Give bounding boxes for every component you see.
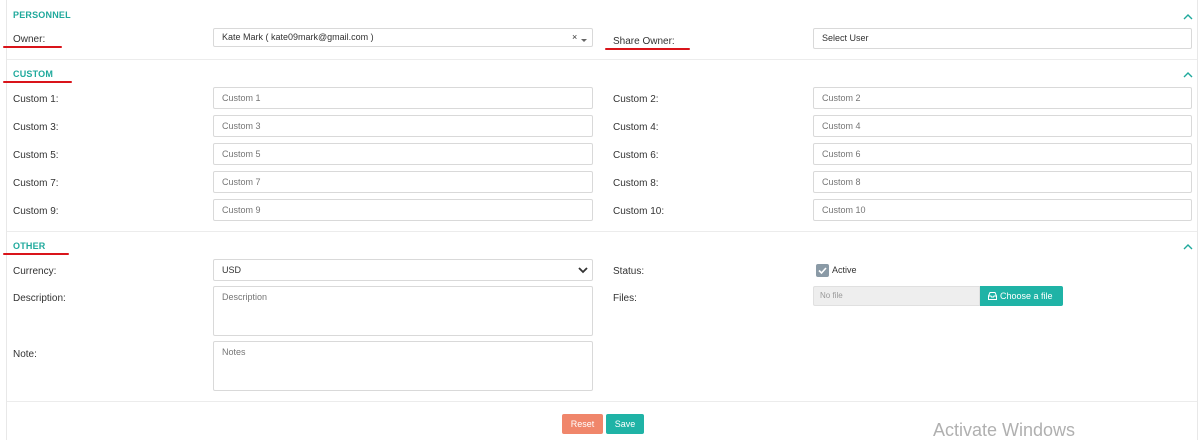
custom-10-label: Custom 10: <box>613 206 665 217</box>
currency-select[interactable]: USD <box>213 259 593 281</box>
custom-1-label: Custom 1: <box>13 94 59 105</box>
custom-6-input[interactable] <box>813 143 1192 165</box>
inbox-icon <box>988 287 997 307</box>
section-divider <box>7 59 1197 60</box>
share-owner-placeholder: Select User <box>822 33 869 43</box>
reset-button[interactable]: Reset <box>562 414 603 434</box>
section-title-custom: CUSTOM <box>13 69 54 79</box>
owner-select[interactable]: Kate Mark ( kate09mark@gmail.com ) <box>213 28 593 47</box>
activate-windows-watermark: Activate Windows <box>933 420 1076 440</box>
status-label: Status: <box>613 266 645 277</box>
annotation-underline <box>3 81 72 83</box>
status-checkbox[interactable] <box>816 264 829 277</box>
save-button[interactable]: Save <box>606 414 644 434</box>
caret-down-icon[interactable] <box>581 35 587 46</box>
owner-label: Owner: <box>13 34 46 45</box>
custom-8-input[interactable] <box>813 171 1192 193</box>
custom-7-label: Custom 7: <box>13 178 59 189</box>
clear-icon[interactable]: × <box>572 32 577 42</box>
status-value: Active <box>832 265 857 275</box>
annotation-underline <box>3 253 69 255</box>
custom-8-label: Custom 8: <box>613 178 659 189</box>
custom-9-label: Custom 9: <box>13 206 59 217</box>
custom-9-input[interactable] <box>213 199 593 221</box>
annotation-underline <box>605 48 690 50</box>
choose-file-label: Choose a file <box>1000 291 1053 301</box>
custom-3-input[interactable] <box>213 115 593 137</box>
section-title-other: OTHER <box>13 241 46 251</box>
owner-value: Kate Mark ( kate09mark@gmail.com ) <box>222 32 374 42</box>
section-divider <box>7 401 1197 402</box>
chevron-down-icon[interactable] <box>578 266 588 277</box>
custom-4-label: Custom 4: <box>613 122 659 133</box>
custom-7-input[interactable] <box>213 171 593 193</box>
custom-1-input[interactable] <box>213 87 593 109</box>
section-title-personnel: PERSONNEL <box>13 10 71 20</box>
custom-4-input[interactable] <box>813 115 1192 137</box>
custom-6-label: Custom 6: <box>613 150 659 161</box>
custom-2-label: Custom 2: <box>613 94 659 105</box>
custom-5-input[interactable] <box>213 143 593 165</box>
chevron-up-icon[interactable] <box>1183 13 1193 23</box>
custom-10-input[interactable] <box>813 199 1192 221</box>
currency-label: Currency: <box>13 266 57 277</box>
share-owner-label: Share Owner: <box>613 36 675 47</box>
files-label: Files: <box>613 293 637 304</box>
currency-value: USD <box>222 265 242 275</box>
note-textarea[interactable] <box>213 341 593 391</box>
choose-file-button[interactable]: Choose a file <box>980 286 1063 306</box>
section-divider <box>7 231 1197 232</box>
chevron-up-icon[interactable] <box>1183 243 1193 253</box>
annotation-underline <box>3 46 62 48</box>
custom-3-label: Custom 3: <box>13 122 59 133</box>
custom-2-input[interactable] <box>813 87 1192 109</box>
description-textarea[interactable] <box>213 286 593 336</box>
file-name-display: No file <box>813 286 980 306</box>
custom-5-label: Custom 5: <box>13 150 59 161</box>
note-label: Note: <box>13 349 37 360</box>
chevron-up-icon[interactable] <box>1183 71 1193 81</box>
check-icon <box>818 267 827 275</box>
description-label: Description: <box>13 293 66 304</box>
share-owner-select[interactable]: Select User <box>813 28 1192 49</box>
